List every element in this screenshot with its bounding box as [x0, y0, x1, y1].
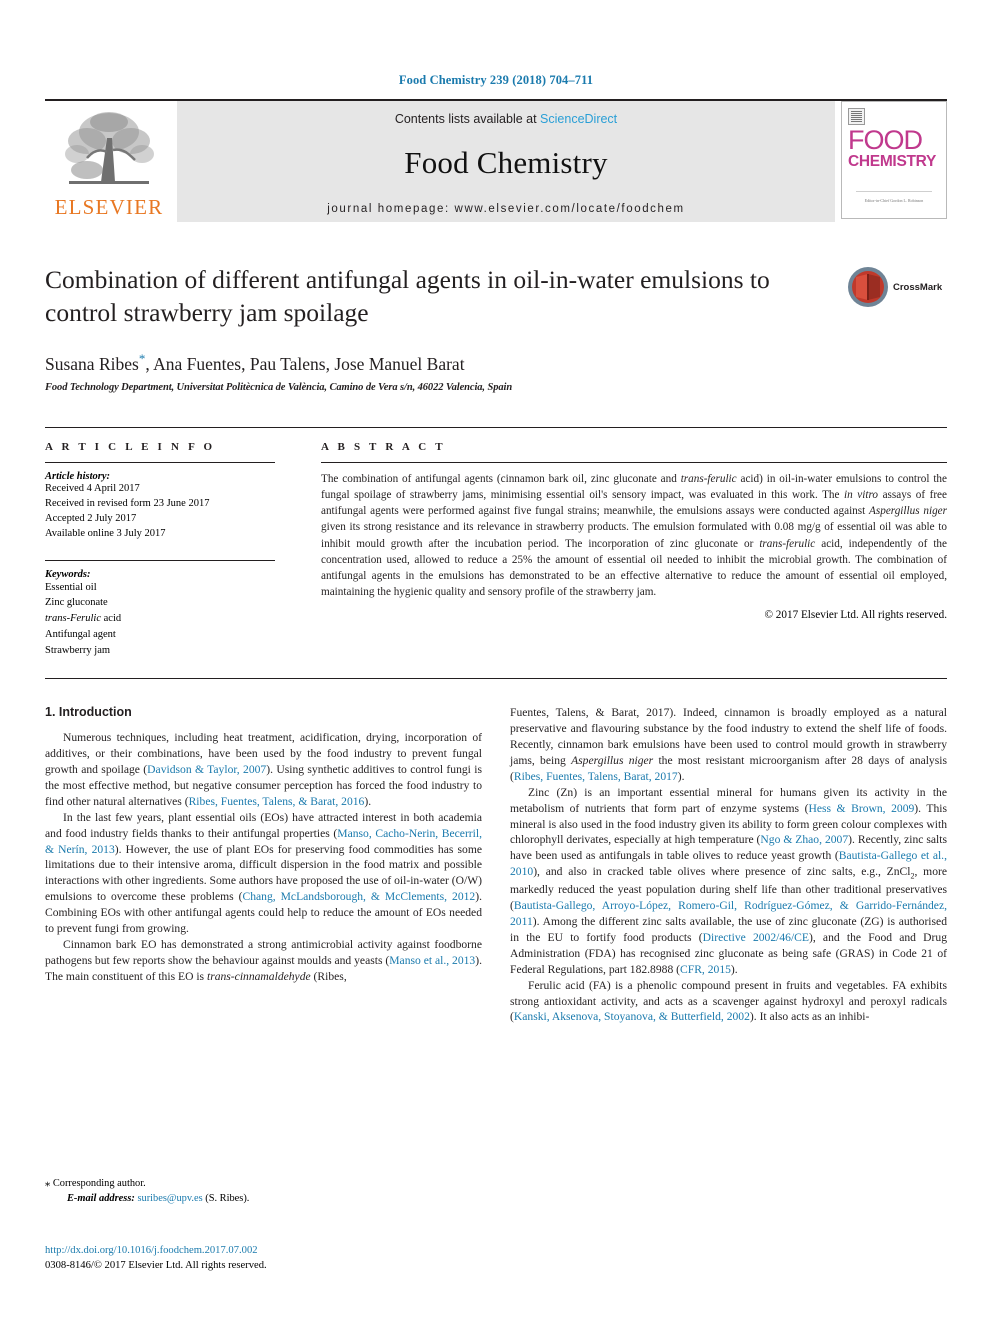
cover-barcode-icon	[848, 108, 865, 125]
paragraph: Ferulic acid (FA) is a phenolic compound…	[510, 978, 947, 1024]
page-title: Combination of different antifungal agen…	[45, 265, 770, 327]
article-info-column: A R T I C L E I N F O Article history: R…	[45, 428, 293, 678]
elsevier-tree-icon	[65, 112, 154, 184]
body-column-right: Fuentes, Talens, & Barat, 2017). Indeed,…	[510, 705, 947, 1025]
keywords-list: Essential oil Zinc gluconate trans-Ferul…	[45, 580, 275, 659]
history-item: Received in revised form 23 June 2017	[45, 497, 210, 509]
contents-available-line: Contents lists available at ScienceDirec…	[395, 112, 617, 126]
elsevier-wordmark: ELSEVIER	[54, 195, 164, 219]
abstract-copyright: © 2017 Elsevier Ltd. All rights reserved…	[764, 609, 948, 622]
footnote-corresponding-text: Corresponding author.	[52, 1178, 146, 1189]
keyword-item: Zinc gluconate	[45, 597, 108, 609]
page-content: Food Chemistry 239 (2018) 704–711 ELSEVI…	[45, 0, 947, 1025]
footnote-corresponding-line: ⁎ Corresponding author.	[45, 1176, 482, 1191]
abstract-column: A B S T R A C T The combination of antif…	[293, 428, 947, 678]
crossmark-badge[interactable]: CrossMark	[847, 264, 947, 310]
body-column-left: 1. Introduction Numerous techniques, inc…	[45, 705, 482, 1025]
email-owner: (S. Ribes).	[205, 1193, 250, 1205]
footnote-email-line: E-mail address: suribes@upv.es (S. Ribes…	[45, 1191, 482, 1206]
article-info-divider	[45, 462, 275, 464]
article-history-list: Received 4 April 2017 Received in revise…	[45, 482, 275, 542]
contents-prefix: Contents lists available at	[394, 112, 541, 126]
asterisk-icon: ⁎	[45, 1178, 51, 1189]
journal-masthead: ELSEVIER Contents lists available at Sci…	[45, 99, 947, 222]
cover-title-food: FOOD	[848, 125, 923, 155]
journal-cover-thumbnail: FOOD CHEMISTRY Editor-in-Chief Gordon L.…	[841, 101, 947, 219]
cover-footer-text: Editor-in-Chief Gordon L. Robinson	[864, 197, 924, 203]
paragraph: Fuentes, Talens, & Barat, 2017). Indeed,…	[510, 706, 947, 783]
doi-link[interactable]: http://dx.doi.org/10.1016/j.foodchem.201…	[45, 1243, 482, 1258]
sciencedirect-link[interactable]: ScienceDirect	[540, 112, 617, 126]
authors-remaining: , Ana Fuentes, Pau Talens, Jose Manuel B…	[145, 354, 465, 375]
history-item: Received 4 April 2017	[45, 483, 140, 495]
section-heading-introduction: 1. Introduction	[45, 705, 132, 720]
cover-divider	[856, 191, 932, 192]
cover-title-chemistry: CHEMISTRY	[848, 152, 937, 170]
keyword-item: Strawberry jam	[45, 644, 111, 656]
running-head: Food Chemistry 239 (2018) 704–711	[398, 73, 594, 87]
journal-title: Food Chemistry	[404, 145, 608, 180]
keyword-item: trans-Ferulic acid	[45, 613, 122, 625]
paragraph: Numerous techniques, including heat trea…	[45, 731, 482, 808]
email-label: E-mail address:	[67, 1193, 135, 1205]
issn-copyright-line: 0308-8146/© 2017 Elsevier Ltd. All right…	[45, 1260, 267, 1272]
doi-block: http://dx.doi.org/10.1016/j.foodchem.201…	[45, 1243, 482, 1274]
journal-banner: Contents lists available at ScienceDirec…	[177, 101, 835, 222]
article-info-heading: A R T I C L E I N F O	[45, 441, 216, 454]
corresponding-author-footnote: ⁎ Corresponding author. E-mail address: …	[45, 1176, 482, 1206]
history-item: Available online 3 July 2017	[45, 527, 166, 539]
keywords-label: Keywords:	[45, 568, 91, 580]
keywords-block: Keywords: Essential oil Zinc gluconate t…	[45, 559, 275, 659]
author-corresponding: Susana Ribes	[45, 354, 139, 375]
author-list: Susana Ribes*, Ana Fuentes, Pau Talens, …	[45, 351, 947, 375]
elsevier-logo: ELSEVIER	[45, 101, 173, 222]
article-page: Food Chemistry 239 (2018) 704–711 ELSEVI…	[0, 0, 992, 1323]
history-item: Accepted 2 July 2017	[45, 512, 137, 524]
crossmark-icon	[848, 267, 888, 307]
article-history-label: Article history:	[45, 471, 111, 483]
abstract-heading: A B S T R A C T	[321, 441, 446, 454]
paragraph: Zinc (Zn) is an important essential mine…	[510, 785, 948, 976]
affiliation: Food Technology Department, Universitat …	[45, 382, 513, 394]
info-abstract-panel: A R T I C L E I N F O Article history: R…	[45, 427, 947, 680]
article-body: 1. Introduction Numerous techniques, inc…	[45, 705, 947, 1025]
abstract-divider	[321, 462, 947, 464]
email-link[interactable]: suribes@upv.es	[137, 1193, 202, 1204]
paragraph: In the last few years, plant essential o…	[45, 810, 483, 935]
keyword-item: Antifungal agent	[45, 628, 116, 640]
title-block: Combination of different antifungal agen…	[45, 264, 947, 393]
keywords-divider	[45, 559, 275, 561]
crossmark-label: CrossMark	[893, 281, 943, 293]
paragraph: Cinnamon bark EO has demonstrated a stro…	[45, 937, 482, 983]
journal-homepage-link[interactable]: journal homepage: www.elsevier.com/locat…	[327, 203, 684, 215]
abstract-text: The combination of antifungal agents (ci…	[321, 473, 947, 598]
keyword-item: Essential oil	[45, 581, 97, 593]
